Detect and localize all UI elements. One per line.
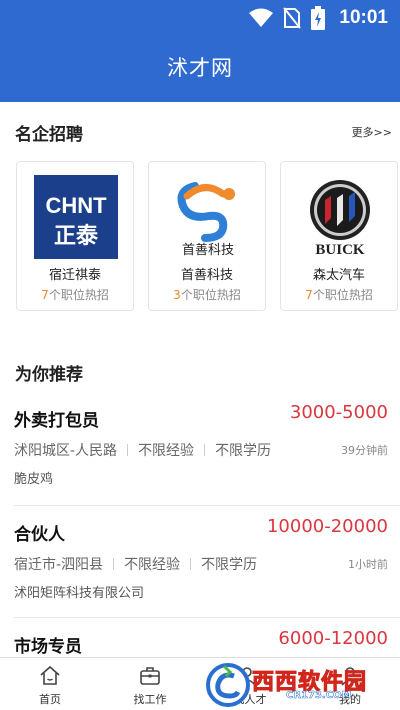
- job-title: 外卖打包员: [14, 411, 99, 431]
- job-company: 沭阳矩阵科技有限公司: [14, 586, 145, 601]
- company-name: 首善科技: [180, 268, 233, 283]
- status-bar: 10:01: [0, 0, 400, 38]
- company-cards: CHNT 正泰 宿迁祺泰 7个职位热招 首善科技 首善科技 3个职位热招 BUI…: [14, 161, 400, 311]
- meta-divider: [113, 558, 115, 570]
- company-card[interactable]: CHNT 正泰 宿迁祺泰 7个职位热招: [16, 161, 134, 311]
- home-icon: [40, 665, 60, 685]
- job-experience: 不限经验: [138, 443, 195, 459]
- meta-divider: [190, 558, 192, 570]
- status-time: 10:01: [339, 7, 388, 28]
- job-title: 市场专员: [14, 637, 82, 657]
- job-time: 39分钟前: [341, 444, 388, 457]
- company-jobs: 7个职位热招: [17, 286, 133, 303]
- job-experience: 不限经验: [124, 557, 181, 573]
- job-salary: 6000-12000: [278, 628, 388, 649]
- job-list-item[interactable]: 外卖打包员 3000-5000 沭阳城区-人民路 不限经验 不限学历 39分钟前…: [0, 398, 400, 510]
- job-list-item[interactable]: 市场专员 6000-12000: [0, 624, 400, 657]
- wifi-icon: [249, 8, 274, 27]
- buick-logo: BUICK: [297, 174, 383, 260]
- job-education: 不限学历: [201, 557, 258, 573]
- job-company: 脆皮鸡: [14, 472, 54, 487]
- page-title: 沭才网: [167, 56, 233, 80]
- meta-divider: [127, 444, 129, 456]
- job-title: 合伙人: [14, 525, 65, 545]
- company-jobs: 7个职位热招: [281, 286, 397, 303]
- briefcase-icon: [140, 667, 160, 685]
- job-location: 沭阳城区-人民路: [14, 443, 118, 459]
- featured-header: 名企招聘 更多>>: [0, 112, 400, 152]
- shoushan-logo-text: 首善科技: [182, 242, 234, 258]
- watermark-logo-icon: [206, 663, 250, 707]
- job-location: 宿迁市-泗阳县: [14, 557, 104, 573]
- company-name: 宿迁祺泰: [48, 268, 101, 283]
- chnt-logo: CHNT 正泰: [33, 174, 119, 260]
- tab-home[interactable]: 首页: [0, 658, 100, 710]
- shoushan-logo-image: 首善科技: [177, 182, 235, 258]
- job-count: 3: [173, 288, 181, 302]
- shoushan-logo: 首善科技: [165, 174, 251, 260]
- chnt-logo-line1: CHNT: [45, 193, 107, 218]
- job-count: 7: [41, 288, 49, 302]
- recommend-header: 为你推荐: [0, 352, 400, 392]
- watermark: 西西软件园 CR173.COM: [196, 660, 400, 710]
- job-list-item[interactable]: 合伙人 10000-20000 宿迁市-泗阳县 不限经验 不限学历 1小时前 沭…: [0, 512, 400, 624]
- job-meta: 沭阳城区-人民路 不限经验 不限学历: [14, 440, 271, 460]
- list-divider: [14, 505, 400, 506]
- no-sim-icon: [283, 7, 302, 29]
- buick-logo-text: BUICK: [315, 242, 365, 258]
- tab-label: 首页: [39, 693, 61, 706]
- meta-divider: [204, 444, 206, 456]
- app-bar: 沭才网: [0, 38, 400, 102]
- jobs-suffix: 个职位热招: [312, 288, 373, 302]
- tab-label: 找工作: [133, 693, 167, 706]
- jobs-suffix: 个职位热招: [180, 288, 241, 302]
- job-salary: 3000-5000: [289, 402, 388, 423]
- company-name: 森太汽车: [312, 268, 365, 283]
- tab-find-job[interactable]: 找工作: [100, 658, 200, 710]
- job-salary: 10000-20000: [266, 516, 388, 537]
- more-link[interactable]: 更多>>: [352, 124, 392, 140]
- list-divider: [14, 617, 400, 618]
- buick-logo-image: BUICK: [310, 180, 370, 258]
- featured-title: 名企招聘: [15, 125, 83, 145]
- job-education: 不限学历: [215, 443, 272, 459]
- recommend-title: 为你推荐: [15, 365, 83, 385]
- chnt-logo-line2: 正泰: [54, 224, 99, 249]
- job-time: 1小时前: [348, 558, 388, 571]
- status-icons: 10:01: [249, 6, 388, 30]
- company-card[interactable]: BUICK 森太汽车 7个职位热招: [280, 161, 398, 311]
- battery-charging-icon: [311, 6, 326, 30]
- chnt-logo-image: CHNT 正泰: [34, 175, 118, 259]
- company-card[interactable]: 首善科技 首善科技 3个职位热招: [148, 161, 266, 311]
- company-jobs: 3个职位热招: [149, 286, 265, 303]
- jobs-suffix: 个职位热招: [48, 288, 109, 302]
- watermark-subtext: CR173.COM: [286, 690, 352, 702]
- job-count: 7: [305, 288, 313, 302]
- job-meta: 宿迁市-泗阳县 不限经验 不限学历: [14, 554, 257, 574]
